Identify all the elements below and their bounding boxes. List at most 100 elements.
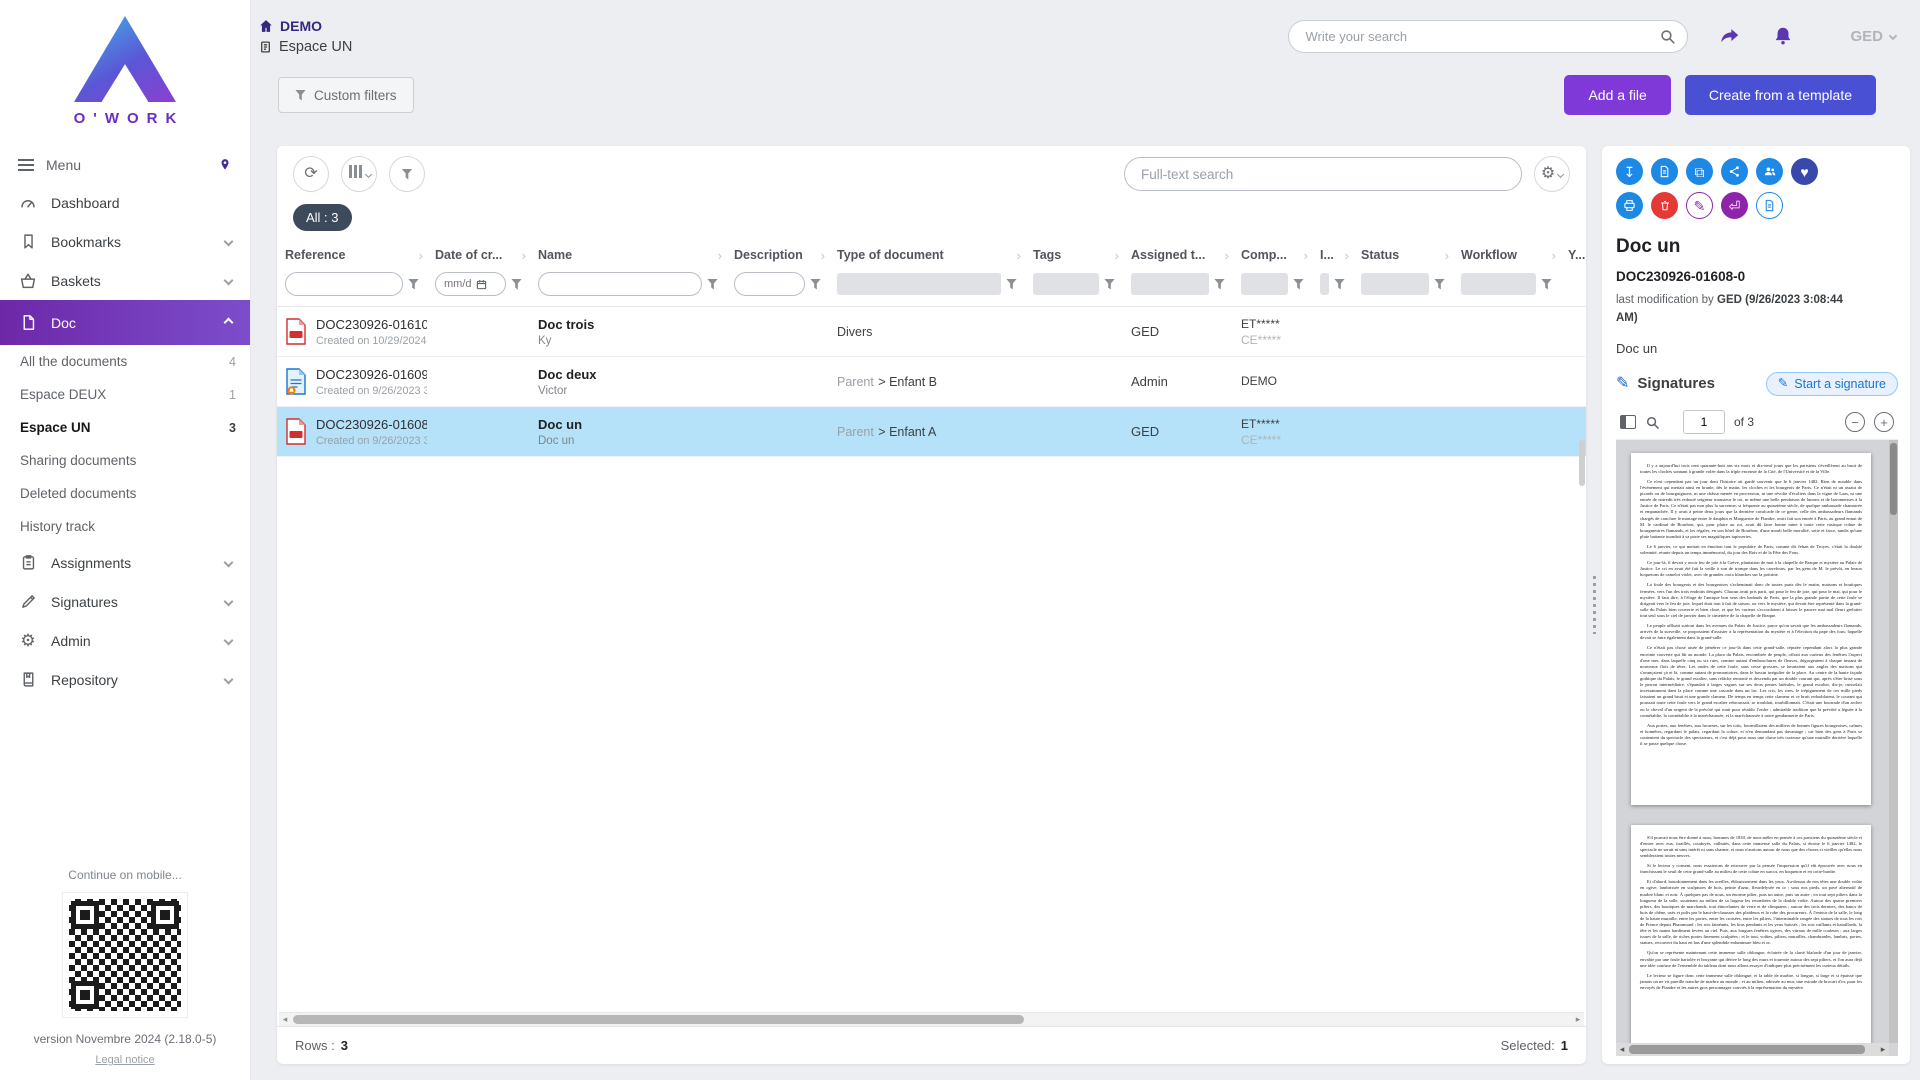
- custom-filters-button[interactable]: Custom filters: [278, 77, 414, 113]
- column-chooser-button[interactable]: [341, 156, 377, 192]
- column-header-i[interactable]: I...›: [1312, 240, 1353, 270]
- sidebar-item-deleted-documents[interactable]: Deleted documents: [0, 477, 250, 510]
- legal-notice-link[interactable]: Legal notice: [95, 1054, 154, 1066]
- panel-resize-handle[interactable]: [1586, 146, 1602, 1064]
- pdf-search-icon[interactable]: [1645, 415, 1660, 430]
- pdf-horizontal-scrollbar[interactable]: ◂ ▸: [1616, 1043, 1889, 1056]
- notifications-bell-icon[interactable]: [1772, 25, 1794, 47]
- sidebar-item-admin[interactable]: ⚙ Admin: [0, 621, 250, 660]
- filter-toggle-button[interactable]: [389, 156, 425, 192]
- share-icon[interactable]: [1718, 25, 1742, 47]
- column-header-y[interactable]: Y...: [1560, 240, 1586, 270]
- filter-icon[interactable]: [1541, 279, 1552, 290]
- pin-icon[interactable]: [218, 158, 232, 172]
- sidebar-item-espace-un[interactable]: Espace UN 3: [0, 411, 250, 444]
- tab-all[interactable]: All : 3: [293, 204, 352, 231]
- column-header-workflow[interactable]: Workflow›: [1453, 240, 1560, 270]
- sidebar-item-doc[interactable]: Doc: [0, 300, 250, 345]
- workspace-crumb[interactable]: DEMO: [259, 18, 352, 34]
- global-search-input[interactable]: [1288, 20, 1688, 53]
- filter-description-input[interactable]: [734, 272, 805, 296]
- search-icon[interactable]: [1659, 28, 1676, 45]
- filter-icon[interactable]: [810, 279, 821, 290]
- column-header-status[interactable]: Status›: [1353, 240, 1453, 270]
- create-from-template-button[interactable]: Create from a template: [1685, 75, 1876, 115]
- filter-assigned-select[interactable]: [1131, 273, 1209, 295]
- check-in-button[interactable]: ⏎: [1721, 192, 1748, 219]
- sidebar-item-repository[interactable]: Repository: [0, 660, 250, 699]
- fulltext-search-input[interactable]: [1124, 157, 1522, 191]
- date-input[interactable]: [444, 278, 474, 290]
- table-settings-button[interactable]: ⚙: [1534, 156, 1570, 192]
- export-file-button[interactable]: [1651, 158, 1678, 185]
- column-header-reference[interactable]: Reference›: [277, 240, 427, 270]
- scrollbar-thumb[interactable]: [1629, 1045, 1865, 1054]
- column-header-tags[interactable]: Tags›: [1025, 240, 1123, 270]
- filter-company-select[interactable]: [1241, 273, 1288, 295]
- user-menu[interactable]: GED: [1850, 28, 1896, 45]
- scroll-right-icon[interactable]: ▸: [1877, 1043, 1889, 1056]
- add-file-button[interactable]: Add a file: [1564, 75, 1670, 115]
- filter-icon[interactable]: [1214, 279, 1225, 290]
- table-row[interactable]: DOC230926-01609-0Created on 9/26/2023 3:…: [277, 357, 1586, 407]
- zoom-in-button[interactable]: +: [1874, 412, 1894, 432]
- sidebar-item-espace-deux[interactable]: Espace DEUX 1: [0, 378, 250, 411]
- menu-toggle[interactable]: Menu: [0, 147, 250, 183]
- filter-icon[interactable]: [511, 279, 522, 290]
- sidebar-item-dashboard[interactable]: Dashboard: [0, 183, 250, 222]
- sidebar-item-signatures[interactable]: Signatures: [0, 582, 250, 621]
- sidebar-item-history-track[interactable]: History track: [0, 510, 250, 543]
- delete-button[interactable]: [1651, 192, 1678, 219]
- column-header-name[interactable]: Name›: [530, 240, 726, 270]
- filter-icon[interactable]: [1293, 279, 1304, 290]
- pdf-page-input[interactable]: [1683, 410, 1725, 434]
- space-crumb[interactable]: Espace UN: [259, 39, 352, 55]
- sidebar-item-sharing-documents[interactable]: Sharing documents: [0, 444, 250, 477]
- sidebar-item-baskets[interactable]: Baskets: [0, 261, 250, 300]
- filter-icon[interactable]: [1334, 279, 1345, 290]
- hamburger-icon[interactable]: [18, 159, 34, 171]
- scrollbar-thumb[interactable]: [293, 1015, 1024, 1024]
- start-signature-button[interactable]: ✎ Start a signature: [1766, 372, 1898, 396]
- pdf-sidebar-toggle-icon[interactable]: [1620, 415, 1636, 429]
- zoom-out-button[interactable]: −: [1845, 412, 1865, 432]
- sidebar-item-all-documents[interactable]: All the documents 4: [0, 345, 250, 378]
- filter-icon[interactable]: [1434, 279, 1445, 290]
- table-row[interactable]: DOC230926-01610-3Created on 10/29/2024 1…: [277, 307, 1586, 357]
- pdf-viewer[interactable]: Il y a aujourd'hui trois cent quarante-h…: [1616, 440, 1898, 1056]
- column-header-assigned[interactable]: Assigned t...›: [1123, 240, 1233, 270]
- filter-reference-input[interactable]: [285, 272, 403, 296]
- filter-date-input[interactable]: [435, 272, 506, 296]
- sidebar-item-bookmarks[interactable]: Bookmarks: [0, 222, 250, 261]
- scroll-left-icon[interactable]: ◂: [1616, 1043, 1628, 1056]
- properties-button[interactable]: [1756, 192, 1783, 219]
- column-header-date[interactable]: Date of cr...›: [427, 240, 530, 270]
- scroll-left-icon[interactable]: ◂: [279, 1013, 291, 1026]
- filter-icon[interactable]: [707, 279, 718, 290]
- column-header-company[interactable]: Comp...›: [1233, 240, 1312, 270]
- filter-type-select[interactable]: [837, 273, 1001, 295]
- filter-status-select[interactable]: [1361, 273, 1429, 295]
- table-row-selected[interactable]: DOC230926-01608-0Created on 9/26/2023 3:…: [277, 407, 1586, 457]
- table-horizontal-scrollbar[interactable]: ◂ ▸: [279, 1012, 1584, 1026]
- pdf-vertical-scrollbar[interactable]: [1889, 440, 1898, 1043]
- filter-icon[interactable]: [408, 279, 419, 290]
- print-button[interactable]: [1616, 192, 1643, 219]
- column-header-type[interactable]: Type of document›: [829, 240, 1025, 270]
- filter-icon[interactable]: [1104, 279, 1115, 290]
- download-button[interactable]: ↧: [1616, 158, 1643, 185]
- filter-i-select[interactable]: [1320, 273, 1329, 295]
- column-header-description[interactable]: Description›: [726, 240, 829, 270]
- filter-name-input[interactable]: [538, 272, 702, 296]
- sidebar-item-assignments[interactable]: Assignments: [0, 543, 250, 582]
- share-button[interactable]: [1721, 158, 1748, 185]
- refresh-button[interactable]: ⟳: [293, 156, 329, 192]
- favorite-button[interactable]: ♥: [1791, 158, 1818, 185]
- filter-icon[interactable]: [1006, 279, 1017, 290]
- table-vertical-scrollbar[interactable]: [1578, 310, 1586, 1012]
- duplicate-button[interactable]: ⧉: [1686, 158, 1713, 185]
- edit-button[interactable]: ✎: [1686, 192, 1713, 219]
- filter-tags-select[interactable]: [1033, 273, 1099, 295]
- assign-users-button[interactable]: [1756, 158, 1783, 185]
- filter-workflow-select[interactable]: [1461, 273, 1536, 295]
